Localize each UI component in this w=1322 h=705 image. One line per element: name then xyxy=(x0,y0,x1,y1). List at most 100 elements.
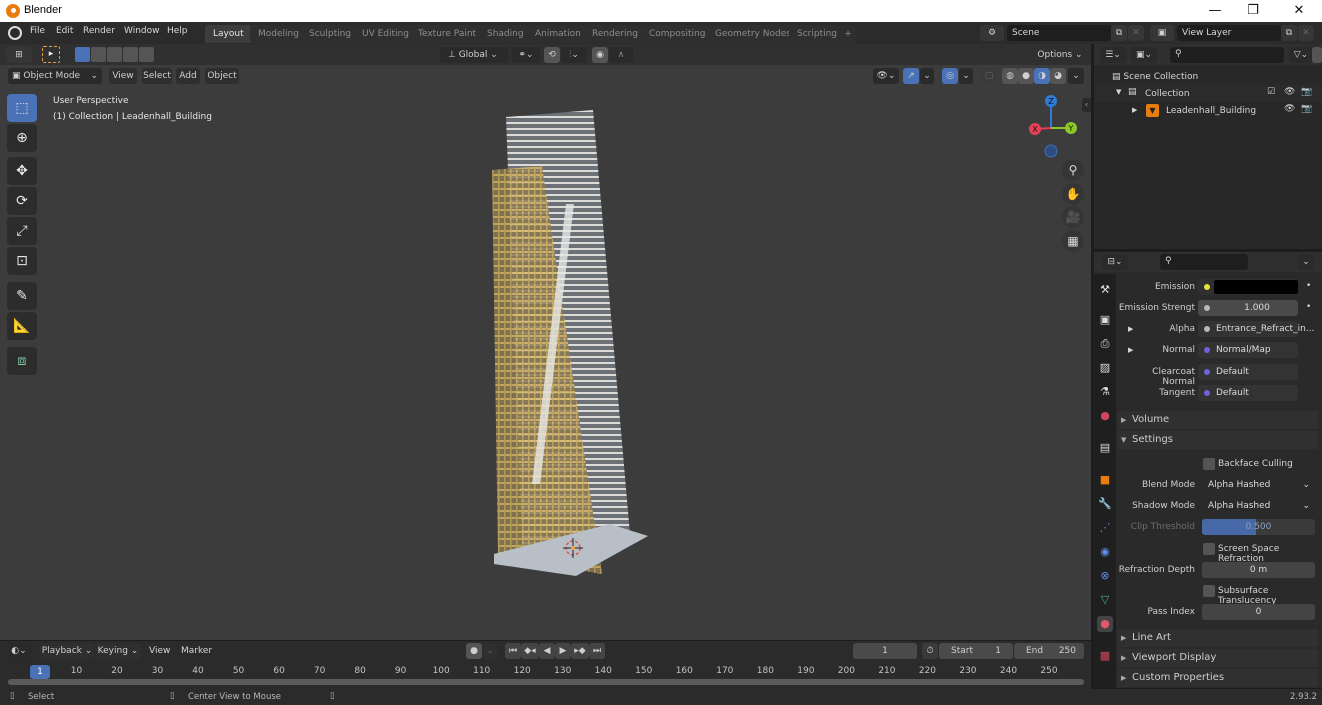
tab-output-icon[interactable]: ⎙ xyxy=(1097,336,1113,352)
select-intersect-icon[interactable] xyxy=(139,47,154,62)
menu-select[interactable]: Select xyxy=(142,68,172,84)
tab-compositing[interactable]: Compositing xyxy=(641,25,714,43)
expand-icon[interactable]: ▶ xyxy=(1128,346,1133,354)
scene-collection-row[interactable]: ▤ Scene Collection xyxy=(1112,72,1198,82)
tab-constraints-icon[interactable]: ⊗ xyxy=(1097,568,1113,584)
tab-data-icon[interactable]: ▽ xyxy=(1097,592,1113,608)
tab-uv-editing[interactable]: UV Editing xyxy=(354,25,417,43)
prop-field-alpha[interactable]: Entrance_Refract_in... xyxy=(1198,321,1314,337)
tool-add-cube[interactable]: ⧈ xyxy=(7,347,37,375)
collection-row[interactable]: ▼ ▤ Collection ☑ 👁 📷 xyxy=(1094,85,1322,102)
socket-icon[interactable] xyxy=(1204,369,1210,375)
expand-icon[interactable]: ▶ xyxy=(1128,325,1133,333)
menu-add[interactable]: Add xyxy=(176,68,200,84)
jump-start-icon[interactable]: ⏮ xyxy=(505,643,521,659)
delete-view-layer-icon[interactable]: ✕ xyxy=(1298,25,1314,41)
pass-index-field[interactable]: 0 xyxy=(1202,604,1315,620)
options-dropdown[interactable]: Options ⌄ xyxy=(1036,47,1084,63)
close-button[interactable]: ✕ xyxy=(1284,2,1314,20)
play-icon[interactable]: ▶ xyxy=(555,643,571,659)
keyframe-dot-icon[interactable]: • xyxy=(1306,281,1311,291)
menu-render[interactable]: Render xyxy=(83,26,115,36)
editor-type-icon[interactable]: ⊞ xyxy=(6,47,32,63)
outliner-editor-type-icon[interactable]: ☰⌄ xyxy=(1100,47,1126,63)
add-workspace-button[interactable]: + xyxy=(840,25,856,43)
rendered-shading-icon[interactable]: ◕ xyxy=(1050,68,1066,84)
minimize-button[interactable]: — xyxy=(1200,2,1230,20)
keyframe-dot-icon[interactable]: • xyxy=(1306,302,1311,312)
tab-material-icon[interactable]: ● xyxy=(1097,616,1113,632)
exclude-checkbox[interactable]: ☑ xyxy=(1267,87,1275,97)
tab-world-icon[interactable]: ● xyxy=(1097,408,1113,424)
socket-icon[interactable] xyxy=(1204,284,1210,290)
tab-texture-icon[interactable]: ▩ xyxy=(1097,648,1113,664)
refraction-depth-field[interactable]: 0 m xyxy=(1202,562,1315,578)
panel-custom-properties[interactable]: ▶ Custom Properties xyxy=(1118,669,1318,687)
socket-icon[interactable] xyxy=(1204,347,1210,353)
playback-menu[interactable]: Playback ⌄ xyxy=(40,643,94,659)
filter-icon[interactable]: ▽⌄ xyxy=(1289,47,1313,63)
tab-tool-icon[interactable]: ⚒ xyxy=(1097,282,1113,298)
menu-file[interactable]: File xyxy=(30,26,45,36)
shadow-mode-dropdown[interactable]: Alpha Hashed ⌄ xyxy=(1202,498,1315,514)
panel-volume[interactable]: ▶ Volume xyxy=(1118,411,1318,429)
tab-particles-icon[interactable]: ⋰ xyxy=(1097,520,1113,536)
xray-toggle-icon[interactable]: ▢ xyxy=(981,68,997,84)
tab-modifiers-icon[interactable]: 🔧 xyxy=(1097,496,1113,512)
tab-scene-icon[interactable]: ⚗ xyxy=(1097,384,1113,400)
visibility-eye-icon[interactable]: 👁 xyxy=(1284,87,1295,97)
prop-field-emission[interactable] xyxy=(1198,279,1298,295)
navigation-gizmo[interactable]: Z Y X xyxy=(1020,92,1086,162)
tool-select-box[interactable]: ⬚ xyxy=(7,94,37,122)
menu-edit[interactable]: Edit xyxy=(56,26,73,36)
tab-texture-paint[interactable]: Texture Paint xyxy=(410,25,485,43)
zoom-view-icon[interactable]: ⚲ xyxy=(1062,159,1084,181)
properties-editor-type-icon[interactable]: ⊟⌄ xyxy=(1102,254,1128,270)
expand-icon[interactable]: ▶ xyxy=(1132,106,1137,114)
end-frame-field[interactable]: End 250 xyxy=(1014,643,1084,659)
scene-browse-icon[interactable]: ⚙ xyxy=(980,25,1004,41)
properties-search-input[interactable]: ⚲ xyxy=(1160,254,1248,270)
socket-icon[interactable] xyxy=(1204,326,1210,332)
new-scene-icon[interactable]: ⧉ xyxy=(1111,25,1127,41)
tab-layout[interactable]: Layout xyxy=(205,25,252,43)
socket-icon[interactable] xyxy=(1204,390,1210,396)
tab-modeling[interactable]: Modeling xyxy=(250,25,307,43)
visibility-icon[interactable]: 👁⌄ xyxy=(873,68,899,84)
select-extend-icon[interactable] xyxy=(91,47,106,62)
transform-orientation-dropdown[interactable]: ⊥ Global ⌄ xyxy=(440,47,508,63)
clip-threshold-slider[interactable]: 0.500 xyxy=(1202,519,1315,535)
timeline-marker-menu[interactable]: Marker xyxy=(181,646,212,656)
menu-window[interactable]: Window xyxy=(124,26,160,36)
panel-viewport-display[interactable]: ▶ Viewport Display xyxy=(1118,649,1318,667)
start-frame-field[interactable]: Start 1 xyxy=(939,643,1013,659)
camera-view-icon[interactable]: 🎥 xyxy=(1062,206,1084,228)
jump-end-icon[interactable]: ⏭ xyxy=(589,643,605,659)
tool-measure[interactable]: 📐 xyxy=(7,312,37,340)
material-preview-icon[interactable]: ◑ xyxy=(1034,68,1050,84)
tool-annotate[interactable]: ✎ xyxy=(7,282,37,310)
delete-scene-icon[interactable]: ✕ xyxy=(1128,25,1144,41)
shading-dropdown-icon[interactable]: ⌄ xyxy=(1068,68,1084,84)
tab-rendering[interactable]: Rendering xyxy=(584,25,646,43)
pan-view-icon[interactable]: ✋ xyxy=(1062,183,1084,205)
select-tool-icon[interactable]: ▸ xyxy=(42,46,60,63)
keying-dropdown-icon[interactable]: ⌄ xyxy=(483,643,497,659)
select-new-icon[interactable] xyxy=(75,47,90,62)
tool-transform[interactable]: ⊡ xyxy=(7,247,37,275)
collapse-icon[interactable]: ▼ xyxy=(1116,88,1121,96)
panel-line-art[interactable]: ▶ Line Art xyxy=(1118,629,1318,647)
tool-scale[interactable]: ⤢ xyxy=(7,217,37,245)
tab-render-icon[interactable]: ▣ xyxy=(1097,312,1113,328)
next-keyframe-icon[interactable]: ▸◆ xyxy=(571,643,589,659)
blender-menu-icon[interactable] xyxy=(8,26,22,40)
preview-range-icon[interactable]: ⏱ xyxy=(922,643,938,659)
menu-object[interactable]: Object xyxy=(205,68,239,84)
building-model[interactable] xyxy=(480,104,670,584)
view-layer-field[interactable]: View Layer xyxy=(1177,25,1281,41)
prop-field-clearcoat-normal[interactable]: Default xyxy=(1198,364,1298,380)
tab-shading[interactable]: Shading xyxy=(479,25,532,43)
display-mode-icon[interactable]: ▣⌄ xyxy=(1131,47,1157,63)
menu-help[interactable]: Help xyxy=(167,26,188,36)
new-collection-icon[interactable] xyxy=(1312,47,1322,63)
